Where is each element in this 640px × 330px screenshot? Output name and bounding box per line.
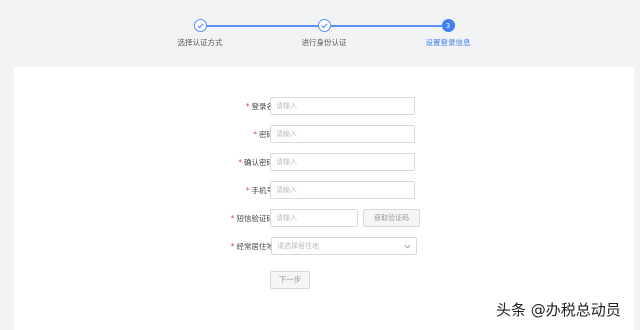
form-card: * 登录名 请输入 * 密码 请输入 * 确认密码 请输入 * 手机号 请输入 * 短信验… (14, 67, 634, 330)
required-mark: * (245, 102, 250, 111)
step-3: 3 设置登录信息 (408, 19, 488, 48)
required-mark: * (253, 130, 257, 139)
watermark: 头条 @办税总动员 (496, 301, 621, 319)
confirm-password-input[interactable]: 请输入 (270, 153, 415, 171)
chevron-down-icon (404, 244, 411, 249)
login-name-input[interactable]: 请输入 (270, 97, 415, 115)
form-row-confirm-password: * 确认密码 请输入 (14, 153, 634, 173)
phone-input[interactable]: 请输入 (270, 181, 415, 199)
step-label: 进行身份认证 (301, 38, 347, 47)
get-sms-code-button[interactable]: 获取验证码 (363, 209, 420, 227)
field-label: * 经常居住地 (230, 242, 274, 251)
next-step-button[interactable]: 下一步 (270, 271, 310, 289)
form-row-residence: * 经常居住地 请选择居住地 (14, 237, 634, 257)
form-row-password: * 密码 请输入 (14, 125, 634, 145)
form-row-login-name: * 登录名 请输入 (14, 97, 634, 117)
step-label: 选择认证方式 (177, 38, 223, 47)
step-label: 设置登录信息 (425, 38, 471, 47)
required-mark: * (245, 186, 250, 195)
page: 选择认证方式 进行身份认证 3 设置登录信息 * 登录名 请输入 * 密码 请输入 … (0, 0, 640, 330)
steps-progress: 选择认证方式 进行身份认证 3 设置登录信息 (0, 0, 640, 60)
step-number: 3 (441, 19, 455, 32)
form-row-sms-code: * 短信验证码 请输入 获取验证码 (14, 209, 634, 229)
step-2: 进行身份认证 (284, 19, 364, 48)
check-icon (193, 19, 207, 32)
residence-select[interactable]: 请选择居住地 (271, 237, 417, 255)
required-mark: * (230, 214, 235, 223)
password-input[interactable]: 请输入 (270, 125, 415, 143)
step-1: 选择认证方式 (160, 19, 240, 48)
required-mark: * (230, 242, 235, 251)
sms-code-input[interactable]: 请输入 (270, 209, 358, 227)
required-mark: * (238, 158, 242, 167)
field-label: * 确认密码 (238, 158, 274, 167)
field-label: * 短信验证码 (230, 214, 274, 223)
check-icon (317, 19, 331, 32)
form-row-phone: * 手机号 请输入 (14, 181, 634, 201)
residence-placeholder: 请选择居住地 (277, 242, 319, 250)
